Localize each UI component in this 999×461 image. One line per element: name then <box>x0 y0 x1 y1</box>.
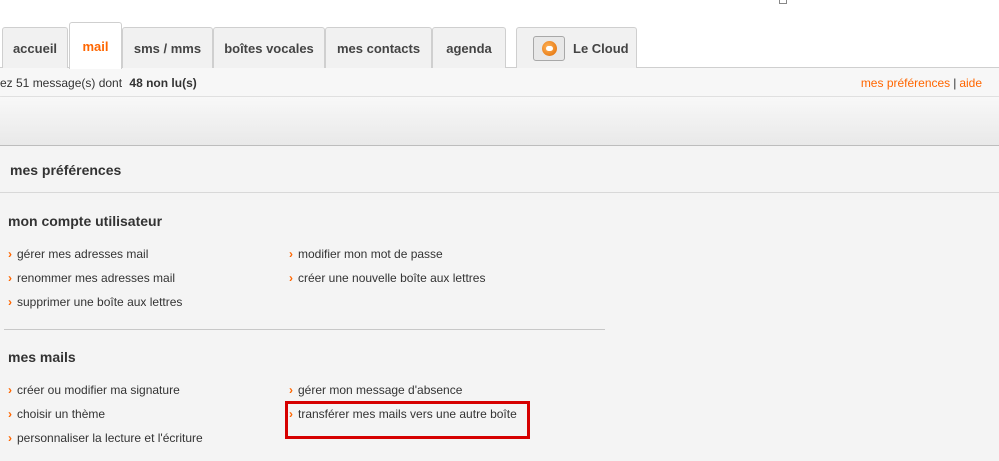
tab-accueil[interactable]: accueil <box>2 27 68 68</box>
chevron-right-icon: › <box>289 383 293 397</box>
link-manage-addresses[interactable]: › gérer mes adresses mail <box>8 247 148 261</box>
link-choose-theme[interactable]: › choisir un thème <box>8 407 105 421</box>
tab-mail[interactable]: mail <box>69 22 122 69</box>
tab-agenda[interactable]: agenda <box>432 27 506 68</box>
cloud-folder-icon <box>533 35 565 61</box>
header-links: mes préférences | aide <box>861 76 982 90</box>
chevron-right-icon: › <box>8 295 12 309</box>
chevron-right-icon: › <box>289 271 293 285</box>
link-signature[interactable]: › créer ou modifier ma signature <box>8 383 180 397</box>
tab-boites-vocales[interactable]: boîtes vocales <box>213 27 325 68</box>
section-title-mails: mes mails <box>8 349 76 365</box>
link-label: gérer mes adresses mail <box>17 247 149 261</box>
link-label: personnaliser la lecture et l'écriture <box>17 431 203 445</box>
toolbar <box>0 97 999 146</box>
link-label: créer une nouvelle boîte aux lettres <box>298 271 486 285</box>
window-mark <box>779 0 787 4</box>
tab-label: sms / mms <box>133 40 202 56</box>
preferences-panel: mes préférences mon compte utilisateur ›… <box>0 146 999 461</box>
tab-bar: accueil mail sms / mms boîtes vocales me… <box>0 0 999 69</box>
link-delete-mailbox[interactable]: › supprimer une boîte aux lettres <box>8 295 182 309</box>
section-divider <box>4 329 605 330</box>
message-count: ez 51 message(s) dont 48 non lu(s) <box>0 76 197 90</box>
tab-label: boîtes vocales <box>224 40 314 56</box>
chevron-right-icon: › <box>8 431 12 445</box>
link-label: choisir un thème <box>17 407 106 421</box>
link-absence-message[interactable]: › gérer mon message d'absence <box>289 383 462 397</box>
link-create-mailbox[interactable]: › créer une nouvelle boîte aux lettres <box>289 271 485 285</box>
link-label: gérer mon message d'absence <box>298 383 463 397</box>
tab-sms-mms[interactable]: sms / mms <box>122 27 213 68</box>
page-title: mes préférences <box>10 162 122 178</box>
tab-label: mail <box>82 38 109 54</box>
highlight-box <box>285 401 530 439</box>
link-label: créer ou modifier ma signature <box>17 383 180 397</box>
tab-mes-contacts[interactable]: mes contacts <box>325 27 432 68</box>
chevron-right-icon: › <box>289 247 293 261</box>
link-label: renommer mes adresses mail <box>17 271 176 285</box>
status-bar: ez 51 message(s) dont 48 non lu(s) mes p… <box>0 68 999 97</box>
preferences-link[interactable]: mes préférences <box>861 76 950 90</box>
chevron-right-icon: › <box>8 271 12 285</box>
message-count-text: ez 51 message(s) dont <box>0 76 123 90</box>
link-reading-writing[interactable]: › personnaliser la lecture et l'écriture <box>8 431 203 445</box>
section-title-account: mon compte utilisateur <box>8 213 163 229</box>
help-link[interactable]: aide <box>959 76 982 90</box>
link-separator: | <box>953 76 957 90</box>
link-rename-addresses[interactable]: › renommer mes adresses mail <box>8 271 175 285</box>
divider <box>0 192 999 193</box>
tab-label: mes contacts <box>336 40 421 56</box>
link-label: supprimer une boîte aux lettres <box>17 295 183 309</box>
tab-label: Le Cloud <box>573 40 629 56</box>
tab-le-cloud[interactable]: Le Cloud <box>516 27 637 68</box>
tab-label: accueil <box>12 40 58 56</box>
link-label: modifier mon mot de passe <box>298 247 443 261</box>
chevron-right-icon: › <box>8 247 12 261</box>
link-change-password[interactable]: › modifier mon mot de passe <box>289 247 443 261</box>
unread-count: 48 non lu(s) <box>129 76 197 90</box>
tab-label: agenda <box>446 40 492 56</box>
chevron-right-icon: › <box>8 383 12 397</box>
chevron-right-icon: › <box>8 407 12 421</box>
